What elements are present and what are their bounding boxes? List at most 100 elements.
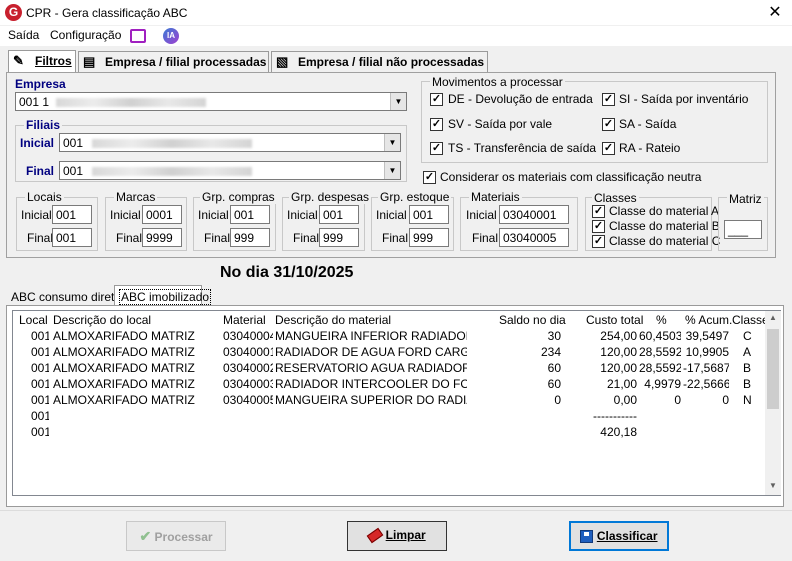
scroll-down-icon[interactable]: ▼ bbox=[765, 481, 781, 495]
locais-final-input[interactable]: 001 bbox=[52, 228, 92, 247]
table-row[interactable]: 001 ALMOXARIFADO MATRIZ 03040002 RESERVATOR… bbox=[13, 361, 763, 377]
document-x-tab-icon: ▧ bbox=[276, 54, 289, 69]
tab-empresa-processadas[interactable]: ▤ Empresa / filial processadas bbox=[78, 51, 269, 72]
empresa-combo[interactable]: 001 1 ▼ bbox=[15, 92, 407, 111]
materiais-final-input[interactable]: 03040005 bbox=[499, 228, 569, 247]
table-row[interactable]: 001 ALMOXARIFADO MATRIZ 03040001 RADIADOR D… bbox=[13, 345, 763, 361]
processar-button[interactable]: ✔ Processar bbox=[126, 521, 226, 551]
chevron-down-icon[interactable]: ▼ bbox=[384, 162, 400, 179]
header-percent-acum[interactable]: % Acum. bbox=[685, 313, 732, 327]
vertical-scrollbar[interactable]: ▲ ▼ bbox=[765, 311, 781, 495]
close-button[interactable]: ✕ bbox=[764, 2, 786, 24]
table-row[interactable]: 001 ----------- bbox=[13, 409, 763, 425]
considerar-label: Considerar os materiais com classificaçã… bbox=[440, 170, 702, 184]
empresa-group: Empresa 001 1 ▼ bbox=[12, 77, 412, 116]
marcas-final-input[interactable]: 9999 bbox=[142, 228, 182, 247]
header-material[interactable]: Material bbox=[223, 313, 266, 327]
cell-local: 001 bbox=[31, 425, 49, 439]
header-saldo[interactable]: Saldo no dia bbox=[499, 313, 566, 327]
cell-classe: A bbox=[743, 345, 752, 359]
grp-estoque-final-input[interactable]: 999 bbox=[409, 228, 449, 247]
header-local[interactable]: Local bbox=[19, 313, 48, 327]
cell-saldo: 60 bbox=[547, 361, 561, 375]
checkbox-classe-c[interactable]: ✓ bbox=[592, 235, 605, 248]
table-row[interactable]: 001 420,18 bbox=[13, 425, 763, 441]
cell-local: 001 bbox=[31, 361, 49, 375]
matriz-input[interactable]: ___ bbox=[724, 220, 762, 239]
tab-abc-consumo-direto[interactable]: ABC consumo direto bbox=[11, 290, 121, 304]
cell-custo-total: 254,00 bbox=[600, 329, 637, 343]
tab-empresa-nao-processadas[interactable]: ▧ Empresa / filial não processadas bbox=[271, 51, 488, 72]
cell-classe: N bbox=[743, 393, 752, 407]
grp-despesas-inicial-input[interactable]: 001 bbox=[319, 205, 359, 224]
ia-icon[interactable]: IA bbox=[163, 28, 179, 44]
header-classe[interactable]: Classe bbox=[732, 313, 769, 327]
header-custo-total[interactable]: Custo total bbox=[586, 313, 643, 327]
cell-custo-total: 0,00 bbox=[613, 393, 637, 407]
filiais-label: Filiais bbox=[24, 118, 63, 132]
table-row[interactable]: 001 ALMOXARIFADO MATRIZ 03040004 MANGUEIRA … bbox=[13, 329, 763, 345]
header-descricao-material[interactable]: Descrição do material bbox=[275, 313, 391, 327]
cell-classe: C bbox=[743, 329, 752, 343]
table-row[interactable]: 001 ALMOXARIFADO MATRIZ 03040005 MANGUEIRA … bbox=[13, 393, 763, 409]
filiais-group: Filiais Inicial 001 ▼ Final 001 ▼ bbox=[15, 118, 407, 182]
checkbox-ra[interactable]: ✓ bbox=[602, 142, 615, 155]
checkbox-ts[interactable]: ✓ bbox=[430, 142, 443, 155]
grp-compras-group: Grp. compras Inicial 001 Final 999 bbox=[193, 190, 277, 251]
limpar-button[interactable]: Limpar bbox=[347, 521, 447, 551]
grp-compras-final-input[interactable]: 999 bbox=[230, 228, 270, 247]
filial-inicial-combo[interactable]: 001 ▼ bbox=[59, 133, 401, 152]
monitor-icon[interactable] bbox=[130, 29, 146, 43]
materiais-inicial-input[interactable]: 03040001 bbox=[499, 205, 569, 224]
menu-configuracao[interactable]: Configuração bbox=[50, 28, 121, 42]
grp-despesas-group: Grp. despesas Inicial 001 Final 999 bbox=[282, 190, 372, 251]
cell-percent: 4,9979 bbox=[644, 377, 681, 391]
cell-descricao-local: ALMOXARIFADO MATRIZ bbox=[53, 361, 195, 375]
filial-final-combo[interactable]: 001 ▼ bbox=[59, 161, 401, 180]
locais-inicial-input[interactable]: 001 bbox=[52, 205, 92, 224]
grp-estoque-inicial-input[interactable]: 001 bbox=[409, 205, 449, 224]
matriz-group: Matriz ___ bbox=[718, 192, 768, 251]
movimentos-group: Movimentos a processar ✓ DE - Devolução … bbox=[421, 75, 768, 163]
table-row[interactable]: 001 ALMOXARIFADO MATRIZ 03040003 RADIADOR I… bbox=[13, 377, 763, 393]
menu-saida[interactable]: Saída bbox=[8, 28, 39, 42]
checkbox-sv[interactable]: ✓ bbox=[430, 118, 443, 131]
header-descricao-local[interactable]: Descrição do local bbox=[53, 313, 151, 327]
save-icon bbox=[580, 530, 594, 544]
cell-percent-acum: 10,9905 bbox=[685, 345, 729, 359]
cell-percent-acum: 39,5497 bbox=[685, 329, 729, 343]
cell-descricao-material: MANGUEIRA SUPERIOR DO RADIADO bbox=[275, 393, 467, 407]
document-tab-icon: ▤ bbox=[83, 54, 96, 69]
title-bar: G CPR - Gera classificação ABC ✕ bbox=[0, 0, 792, 26]
grp-despesas-final-input[interactable]: 999 bbox=[319, 228, 359, 247]
marcas-inicial-input[interactable]: 0001 bbox=[142, 205, 182, 224]
cell-material: 03040002 bbox=[223, 361, 273, 375]
scroll-up-icon[interactable]: ▲ bbox=[765, 313, 781, 327]
date-heading: No dia 31/10/2025 bbox=[220, 264, 354, 281]
cell-custo-total: 21,00 bbox=[606, 377, 637, 391]
checkbox-de[interactable]: ✓ bbox=[430, 93, 443, 106]
cell-descricao-local: ALMOXARIFADO MATRIZ bbox=[53, 393, 195, 407]
checkbox-si[interactable]: ✓ bbox=[602, 93, 615, 106]
classificar-button[interactable]: Classificar bbox=[569, 521, 669, 551]
cell-material: 03040001 bbox=[223, 345, 273, 359]
checkbox-considerar[interactable]: ✓ bbox=[423, 171, 436, 184]
cell-percent-acum: 0 bbox=[722, 393, 729, 407]
tab-filtros[interactable]: ✎ Filtros bbox=[8, 50, 76, 73]
checkbox-sa[interactable]: ✓ bbox=[602, 118, 615, 131]
cell-descricao-material: RADIADOR DE AGUA FORD CARGO - bbox=[275, 345, 467, 359]
checkbox-classe-a[interactable]: ✓ bbox=[592, 205, 605, 218]
cell-saldo: 30 bbox=[547, 329, 561, 343]
grp-compras-inicial-input[interactable]: 001 bbox=[230, 205, 270, 224]
checkbox-classe-b[interactable]: ✓ bbox=[592, 220, 605, 233]
check-icon: ✔ bbox=[139, 528, 152, 544]
tab-abc-imobilizado[interactable]: ABC imobilizado bbox=[114, 285, 212, 306]
header-percent[interactable]: % bbox=[656, 313, 667, 327]
result-list[interactable]: Local Descrição do local Material Descri… bbox=[12, 310, 781, 496]
chevron-down-icon[interactable]: ▼ bbox=[390, 93, 406, 110]
cell-descricao-material: MANGUEIRA INFERIOR RADIADOR C bbox=[275, 329, 467, 343]
cell-local: 001 bbox=[31, 409, 49, 423]
scroll-thumb[interactable] bbox=[767, 329, 779, 409]
cell-custo-total: 120,00 bbox=[600, 361, 637, 375]
chevron-down-icon[interactable]: ▼ bbox=[384, 134, 400, 151]
